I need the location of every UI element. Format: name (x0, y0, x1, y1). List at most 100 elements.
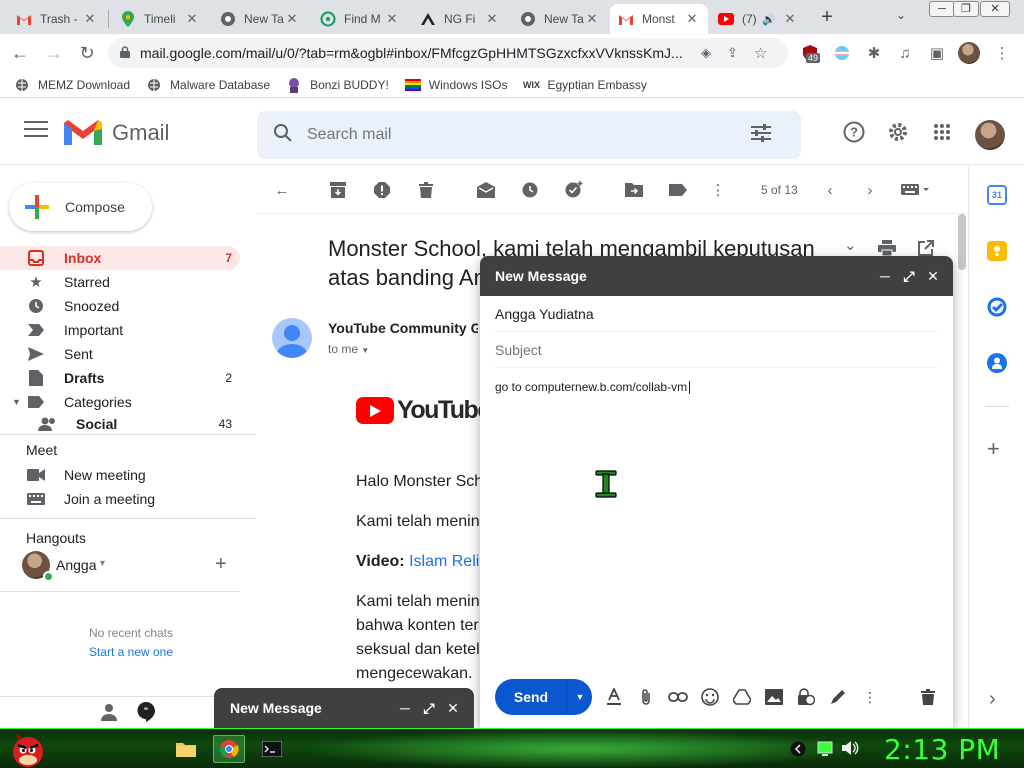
add-addon-plus-icon[interactable]: + (987, 438, 1000, 460)
send-options-caret-icon[interactable]: ▼ (567, 679, 592, 715)
search-input[interactable] (307, 126, 727, 144)
close-icon[interactable]: ✕ (444, 699, 462, 717)
fullscreen-icon[interactable]: ⤢ (900, 267, 918, 285)
eye-icon[interactable]: ◈ (701, 45, 711, 61)
tab-ng[interactable]: NG Fi ✕ (412, 4, 508, 34)
back-arrow-icon[interactable]: ← (6, 39, 34, 67)
send-button[interactable]: Send (495, 679, 567, 715)
side-panel-icon[interactable]: ▣ (923, 39, 951, 67)
search-bar[interactable] (257, 111, 801, 159)
calendar-icon[interactable]: 31 (987, 185, 1007, 205)
attachment-paperclip-icon[interactable] (635, 686, 657, 708)
chevron-right-icon[interactable]: › (860, 180, 880, 200)
contacts-icon[interactable] (987, 353, 1007, 373)
close-icon[interactable]: ✕ (284, 11, 300, 27)
media-control-icon[interactable]: ♫ (891, 39, 919, 67)
move-to-icon[interactable] (624, 180, 644, 200)
expand-collapse-icon[interactable]: ⌄ (844, 236, 857, 254)
share-icon[interactable]: ⇪ (727, 45, 738, 61)
close-icon[interactable]: ✕ (82, 11, 98, 27)
chevron-right-icon[interactable]: › (989, 688, 996, 711)
sidebar-item-drafts[interactable]: Drafts 2 (0, 366, 240, 390)
label-tag-icon[interactable] (668, 180, 688, 200)
sender-name[interactable]: YouTube Community Gu (328, 320, 478, 336)
insert-photo-icon[interactable] (763, 686, 785, 708)
insert-link-icon[interactable] (667, 686, 689, 708)
star-bookmark-icon[interactable]: ☆ (754, 44, 767, 62)
recipient-line[interactable]: to me ▼ (328, 342, 369, 356)
scrollbar-thumb[interactable] (958, 214, 966, 270)
text-formatting-icon[interactable] (603, 686, 625, 708)
archive-icon[interactable] (328, 180, 348, 200)
help-icon[interactable]: ? (841, 119, 867, 145)
signature-pen-icon[interactable] (827, 686, 849, 708)
close-icon[interactable]: ✕ (484, 11, 500, 27)
account-avatar[interactable] (975, 120, 1005, 150)
puzzle-extensions-icon[interactable]: ✱ (860, 39, 888, 67)
maximize-window-button[interactable]: ❐ (953, 1, 979, 17)
subject-field[interactable]: Subject (495, 332, 938, 368)
sidebar-item-important[interactable]: Important (0, 318, 240, 342)
close-icon[interactable]: ✕ (782, 11, 798, 27)
chevron-left-icon[interactable]: ‹ (820, 180, 840, 200)
tab-new-tab-2[interactable]: New Ta ✕ (512, 4, 608, 34)
more-options-icon[interactable]: ⋮ (708, 180, 728, 200)
bookmark-bonzi[interactable]: Bonzi BUDDY! (286, 77, 389, 93)
network-icon[interactable] (817, 741, 833, 762)
new-meeting-button[interactable]: New meeting (0, 463, 240, 487)
sidebar-item-sent[interactable]: Sent (0, 342, 240, 366)
caret-down-icon[interactable]: ▼ (98, 558, 107, 568)
more-options-icon[interactable]: ⋮ (859, 686, 881, 708)
discard-trash-icon[interactable] (917, 686, 939, 708)
close-icon[interactable]: ✕ (924, 267, 942, 285)
extension-shield-icon[interactable]: 49 (796, 39, 824, 67)
close-icon[interactable]: ✕ (584, 11, 600, 27)
add-chat-plus-icon[interactable]: + (215, 553, 227, 576)
add-task-icon[interactable] (564, 180, 584, 200)
message-body-field[interactable]: go to computernew.b.com/collab-vm (495, 380, 691, 395)
minimized-compose-window[interactable]: New Message ─ ⤢ ✕ (214, 688, 474, 728)
minimize-icon[interactable]: ─ (396, 699, 414, 717)
snooze-clock-icon[interactable] (520, 180, 540, 200)
back-arrow-icon[interactable]: ← (272, 180, 292, 200)
close-icon[interactable]: ✕ (384, 11, 400, 27)
emoji-icon[interactable] (699, 686, 721, 708)
compose-button[interactable]: Compose (9, 183, 152, 231)
sidebar-item-inbox[interactable]: Inbox 7 (0, 246, 240, 270)
bookmark-malware-db[interactable]: Malware Database (146, 77, 270, 93)
tab-find[interactable]: Find M ✕ (312, 4, 408, 34)
sidebar-item-categories[interactable]: ▼ Categories (0, 390, 240, 414)
chrome-taskbar-icon[interactable] (213, 735, 245, 763)
compose-header[interactable]: New Message ─ ⤢ ✕ (480, 256, 953, 296)
video-link[interactable]: Islam Reli (409, 553, 479, 570)
keyboard-input-icon[interactable] (898, 180, 932, 200)
join-meeting-button[interactable]: Join a meeting (0, 487, 240, 511)
apps-grid-icon[interactable] (929, 119, 955, 145)
reload-icon[interactable]: ↻ (73, 39, 101, 67)
kebab-menu-icon[interactable]: ⋮ (988, 39, 1016, 67)
recipients-field[interactable]: Angga Yudiatna (495, 296, 938, 332)
filter-sliders-icon[interactable] (751, 123, 771, 147)
fullscreen-icon[interactable]: ⤢ (420, 699, 438, 717)
bookmark-memz[interactable]: MEMZ Download (14, 77, 130, 93)
report-spam-icon[interactable] (372, 180, 392, 200)
google-drive-icon[interactable] (731, 686, 753, 708)
tab-monster-active[interactable]: Monst ✕ (610, 4, 708, 34)
tab-search-chevron-icon[interactable]: ⌄ (896, 8, 906, 22)
confidential-mode-icon[interactable] (795, 686, 817, 708)
bookmark-windows-isos[interactable]: Windows ISOs (404, 77, 507, 93)
sender-avatar[interactable] (272, 318, 312, 358)
hamburger-menu-icon[interactable] (24, 121, 48, 139)
close-window-button[interactable]: ✕ (980, 1, 1010, 17)
sidebar-item-starred[interactable]: ★ Starred (0, 270, 240, 294)
address-bar[interactable]: mail.google.com/mail/u/0/?tab=rm&ogbl#in… (108, 38, 788, 68)
keep-icon[interactable] (987, 241, 1007, 261)
taskbar-clock[interactable]: 2:13 PM (884, 733, 1000, 766)
search-icon[interactable] (273, 123, 293, 148)
sidebar-item-snoozed[interactable]: Snoozed (0, 294, 240, 318)
show-hidden-icons-chevron-icon[interactable] (790, 741, 806, 762)
tab-youtube[interactable]: (7) 🔊 ✕ (710, 4, 806, 34)
profile-avatar[interactable] (958, 42, 980, 64)
start-button-angry-bird-icon[interactable] (8, 730, 48, 768)
tab-new-tab[interactable]: New Ta ✕ (212, 4, 308, 34)
